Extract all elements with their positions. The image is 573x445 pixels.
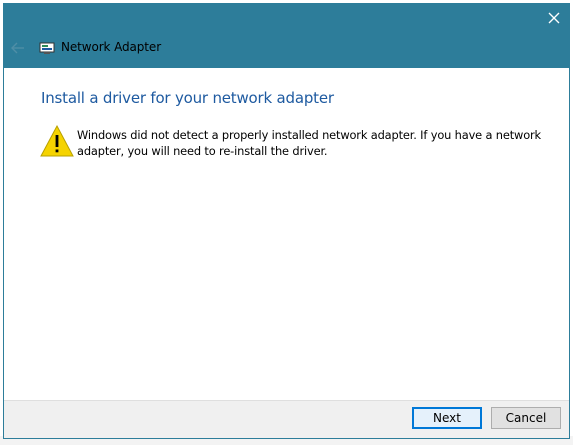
warning-message: Windows did not detect a properly instal… <box>77 128 542 158</box>
warning-icon <box>40 124 74 157</box>
dialog-titlebar: Network Adapter <box>4 4 569 68</box>
page-heading: Install a driver for your network adapte… <box>41 89 334 107</box>
next-button[interactable]: Next <box>412 407 482 429</box>
dialog-footer: Next Cancel <box>4 400 569 438</box>
back-button[interactable] <box>8 38 28 58</box>
network-adapter-icon <box>39 42 55 54</box>
close-button[interactable] <box>539 4 569 32</box>
back-arrow-icon <box>11 42 24 54</box>
cancel-button[interactable]: Cancel <box>491 407 561 429</box>
close-icon <box>548 12 560 24</box>
network-adapter-dialog: Network Adapter Install a driver for you… <box>3 3 570 439</box>
window-title: Network Adapter <box>61 40 162 54</box>
